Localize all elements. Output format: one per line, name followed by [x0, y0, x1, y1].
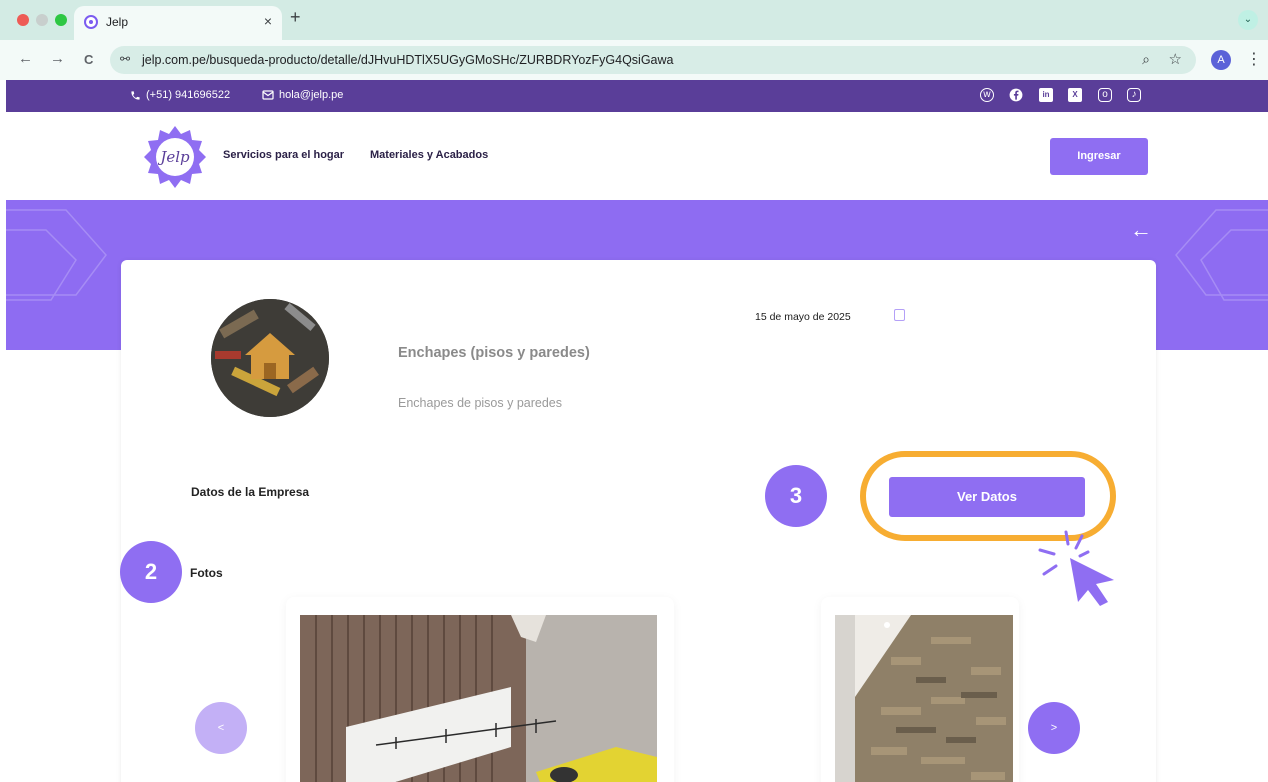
whatsapp-icon[interactable]: w — [980, 88, 994, 102]
step-badge-2: 2 — [120, 541, 182, 603]
browser-tab[interactable]: Jelp × — [74, 6, 282, 40]
back-arrow-icon[interactable]: ← — [1130, 217, 1152, 243]
bookmark-star-icon[interactable]: ☆ — [1169, 50, 1182, 68]
phone-number: (+51) 941696522 — [146, 89, 231, 101]
phone-icon — [131, 90, 140, 100]
calendar-icon — [894, 309, 905, 321]
browser-menu-icon[interactable]: ⋮ — [1246, 49, 1262, 69]
email-contact[interactable]: hola@jelp.pe — [262, 89, 343, 101]
close-window-button[interactable] — [17, 14, 29, 26]
jelp-logo[interactable]: Jelp — [142, 124, 208, 190]
profile-avatar[interactable]: A — [1211, 50, 1231, 70]
company-data-heading: Datos de la Empresa — [191, 485, 310, 499]
tab-title: Jelp — [106, 15, 129, 29]
reload-button[interactable]: C — [84, 52, 93, 67]
stone-wall-photo — [835, 615, 1013, 782]
site-header: Jelp Servicios para el hogar Materiales … — [6, 112, 1268, 200]
new-tab-button[interactable]: + — [290, 7, 301, 28]
mail-icon — [262, 90, 274, 100]
browser-tab-bar: Jelp × + ⌄ — [0, 0, 1268, 40]
email-address: hola@jelp.pe — [279, 89, 344, 101]
maximize-window-button[interactable] — [55, 14, 67, 26]
minimize-window-button[interactable] — [36, 14, 48, 26]
tiktok-icon[interactable]: ♪ — [1127, 88, 1141, 102]
photo-card[interactable] — [821, 597, 1019, 782]
step-badge-3: 3 — [765, 465, 827, 527]
tab-search-button[interactable]: ⌄ — [1238, 10, 1258, 30]
instagram-icon[interactable]: o — [1098, 88, 1112, 102]
site-info-icon[interactable]: ⚯ — [120, 52, 130, 66]
jelp-favicon-icon — [84, 15, 98, 29]
address-bar[interactable]: ⚯ jelp.com.pe/busqueda-producto/detalle/… — [110, 46, 1196, 74]
nav-materiales-acabados[interactable]: Materiales y Acabados — [370, 149, 488, 161]
linkedin-icon[interactable]: in — [1039, 88, 1053, 102]
service-subtitle: Enchapes de pisos y paredes — [398, 396, 562, 410]
x-icon[interactable]: X — [1068, 88, 1082, 102]
browser-toolbar: ← → C ⚯ jelp.com.pe/busqueda-producto/de… — [0, 40, 1268, 80]
tab-close-icon[interactable]: × — [264, 13, 272, 29]
service-title: Enchapes (pisos y paredes) — [398, 345, 590, 361]
publish-date: 15 de mayo de 2025 — [755, 311, 851, 323]
logo-text: Jelp — [157, 148, 190, 166]
click-cursor-icon — [1036, 528, 1118, 608]
service-photo — [211, 299, 329, 417]
url-path: /busqueda-producto/detalle/dJHvuHDTlX5UG… — [205, 53, 674, 67]
url-domain: jelp.com.pe — [142, 53, 206, 67]
facebook-icon[interactable] — [1009, 88, 1023, 102]
photo-card[interactable] — [286, 597, 674, 782]
zoom-icon[interactable]: ⌕ — [1142, 51, 1150, 68]
phone-contact[interactable]: (+51) 941696522 — [130, 89, 230, 101]
tile-installation-photo — [300, 615, 657, 782]
carousel-next-button[interactable]: > — [1028, 702, 1080, 754]
fotos-heading: Fotos — [190, 566, 223, 580]
login-button[interactable]: Ingresar — [1050, 138, 1148, 175]
carousel-prev-button[interactable]: < — [195, 702, 247, 754]
contact-bar: (+51) 941696522 hola@jelp.pe w in X o ♪ — [6, 80, 1268, 112]
forward-button[interactable]: → — [50, 50, 65, 67]
back-button[interactable]: ← — [18, 50, 33, 67]
url-text[interactable]: jelp.com.pe/busqueda-producto/detalle/dJ… — [142, 53, 674, 67]
nav-servicios-hogar[interactable]: Servicios para el hogar — [223, 149, 344, 161]
